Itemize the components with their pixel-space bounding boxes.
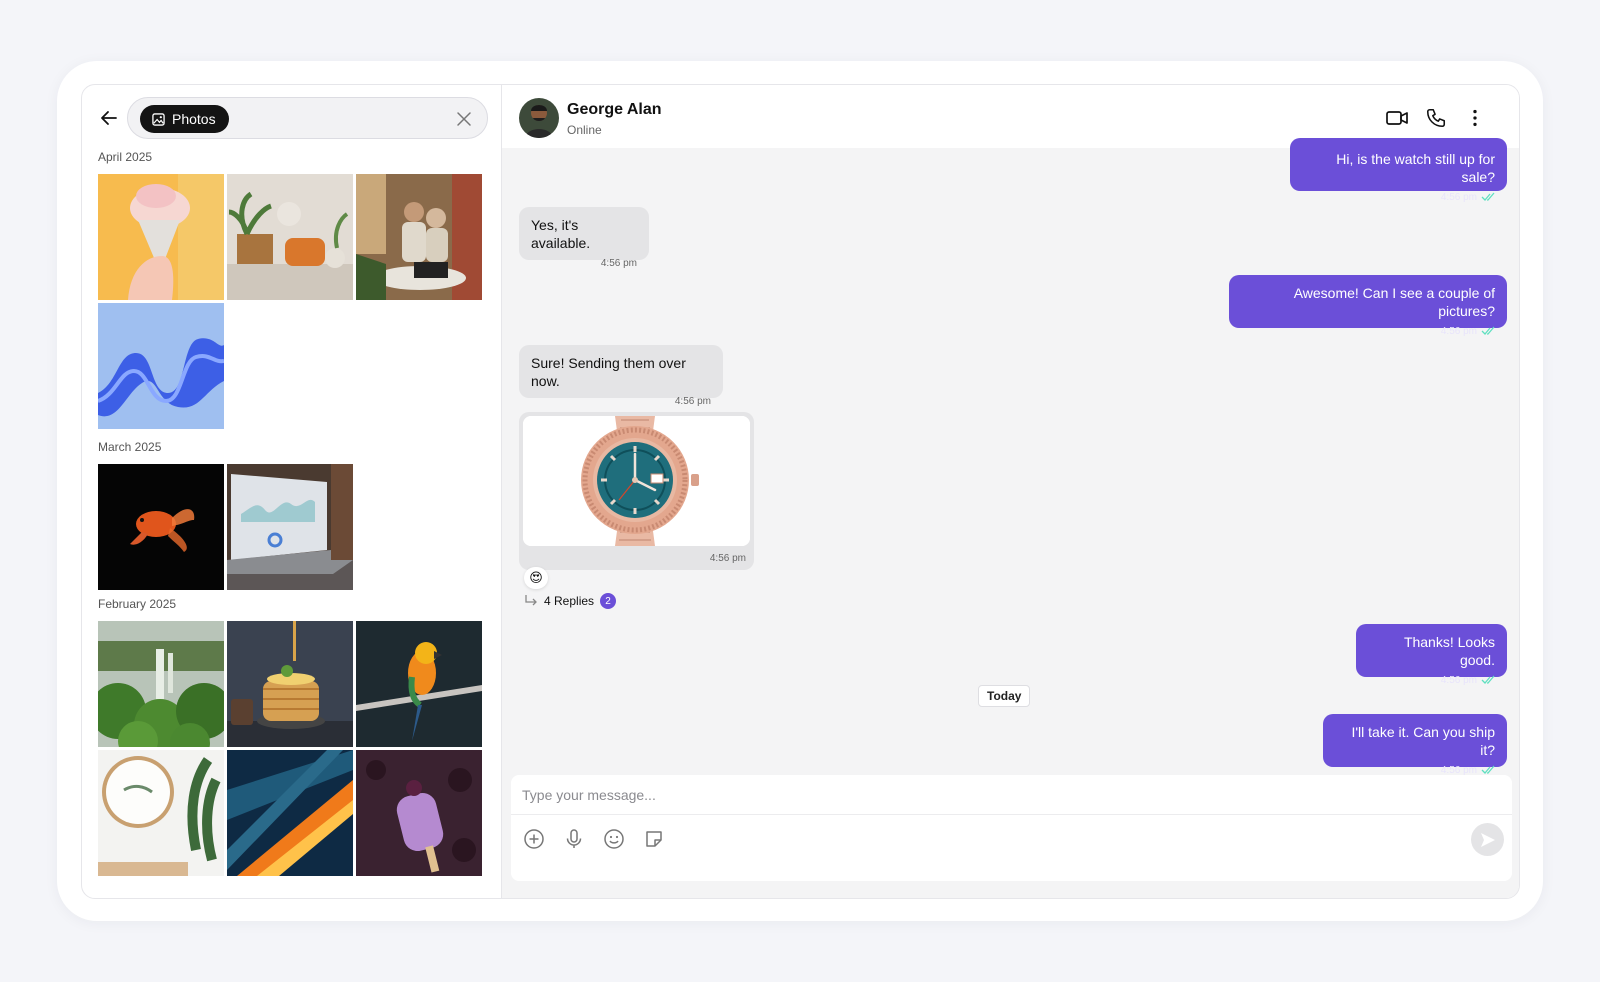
message-text: I'll take it. Can you ship it?	[1351, 724, 1495, 758]
message-time: 4:56 pm	[674, 396, 711, 407]
photo-waterfall-jungle[interactable]	[98, 621, 224, 747]
photo-goldfish-on-black[interactable]	[98, 464, 224, 590]
add-attachment-button[interactable]	[522, 827, 546, 851]
arrow-left-icon	[101, 111, 117, 125]
read-receipt-icon	[1481, 326, 1495, 335]
replies-label: 4 Replies	[544, 594, 595, 608]
message-text: Awesome! Can I see a couple of pictures?	[1293, 285, 1495, 319]
month-label: February 2025	[98, 597, 177, 611]
reply-arrow-icon	[525, 595, 537, 606]
chat-window: Photos April 2025 March 2025 February 20…	[81, 84, 1520, 899]
month-label: April 2025	[98, 150, 153, 164]
voice-call-button[interactable]	[1423, 105, 1449, 131]
photo-pancake-stack[interactable]	[227, 621, 353, 747]
message-bubble-outgoing[interactable]: Awesome! Can I see a couple of pictures?…	[1229, 275, 1507, 337]
message-time: 4:56 pm	[1440, 326, 1477, 337]
read-receipt-icon	[1481, 765, 1495, 774]
add-icon	[524, 829, 544, 849]
clear-search-button[interactable]	[455, 110, 473, 128]
more-icon	[1473, 109, 1477, 127]
back-button[interactable]	[96, 105, 122, 131]
photo-wall-clock-plant[interactable]	[98, 750, 224, 876]
message-bubble-incoming[interactable]: Sure! Sending them over now. 4:56 pm	[519, 345, 723, 407]
phone-icon	[1426, 108, 1446, 128]
photo-women-with-laptop[interactable]	[356, 174, 482, 300]
reaction-emoji[interactable]: 😍	[524, 567, 548, 589]
message-composer	[511, 775, 1512, 881]
photo-living-room-plants[interactable]	[227, 174, 353, 300]
message-bubble-incoming[interactable]: Yes, it's available. 4:56 pm	[519, 207, 649, 269]
close-icon	[457, 112, 471, 126]
video-call-button[interactable]	[1384, 105, 1410, 131]
filter-chip-label: Photos	[172, 111, 216, 127]
conversation-panel: George Alan Online Hi, is the watch stil…	[502, 85, 1519, 898]
avatar[interactable]	[519, 98, 559, 138]
photo-laptop-dashboard[interactable]	[227, 464, 353, 590]
message-text: Thanks! Looks good.	[1403, 634, 1495, 668]
message-time: 4:56 pm	[709, 553, 746, 564]
sticker-button[interactable]	[642, 827, 666, 851]
date-divider: Today	[978, 685, 1031, 707]
message-input-row	[511, 775, 1512, 815]
emoji-button[interactable]	[602, 827, 626, 851]
heart-eyes-emoji: 😍	[529, 570, 543, 585]
message-bubble-outgoing[interactable]: Thanks! Looks good. 4:56 pm	[1356, 624, 1507, 686]
photo-orange-parrot[interactable]	[356, 621, 482, 747]
more-options-button[interactable]	[1462, 105, 1488, 131]
photo-ice-cream-cone[interactable]	[98, 174, 224, 300]
read-receipt-icon	[1481, 192, 1495, 201]
message-text: Sure! Sending them over now.	[531, 355, 686, 389]
message-text: Hi, is the watch still up for sale?	[1336, 151, 1495, 185]
contact-name[interactable]: George Alan	[567, 101, 662, 119]
send-button[interactable]	[1471, 823, 1504, 856]
image-icon	[152, 112, 165, 126]
app-frame: Photos April 2025 March 2025 February 20…	[57, 61, 1543, 921]
message-input[interactable]	[522, 783, 1482, 807]
photo-purple-ice-cream-bar[interactable]	[356, 750, 482, 876]
filter-chip-photos[interactable]: Photos	[140, 105, 229, 133]
thread-replies-link[interactable]: 4 Replies 2	[524, 593, 617, 609]
watch-photo[interactable]	[523, 416, 750, 546]
emoji-icon	[604, 829, 624, 849]
message-bubble-outgoing[interactable]: Hi, is the watch still up for sale? 4:56…	[1290, 138, 1507, 203]
read-receipt-icon	[1481, 675, 1495, 684]
message-text: Yes, it's available.	[531, 217, 591, 251]
voice-message-button[interactable]	[562, 827, 586, 851]
message-time: 4:56 pm	[1440, 675, 1477, 686]
message-image-incoming[interactable]: 4:56 pm	[519, 412, 754, 570]
message-bubble-outgoing[interactable]: I'll take it. Can you ship it? 4:56 pm	[1323, 714, 1507, 776]
media-search-bar[interactable]: Photos	[127, 97, 488, 139]
month-label: March 2025	[98, 440, 162, 454]
send-icon	[1480, 832, 1495, 847]
replies-badge: 2	[600, 593, 617, 609]
video-icon	[1386, 111, 1408, 125]
photo-light-streaks[interactable]	[227, 750, 353, 876]
media-panel: Photos April 2025 March 2025 February 20…	[82, 85, 502, 898]
message-time: 4:56 pm	[600, 258, 637, 269]
message-time: 4:56 pm	[1440, 192, 1477, 203]
photo-blue-abstract-wave[interactable]	[98, 303, 224, 429]
contact-status: Online	[567, 123, 602, 137]
mic-icon	[566, 829, 582, 848]
sticker-icon	[646, 831, 662, 847]
